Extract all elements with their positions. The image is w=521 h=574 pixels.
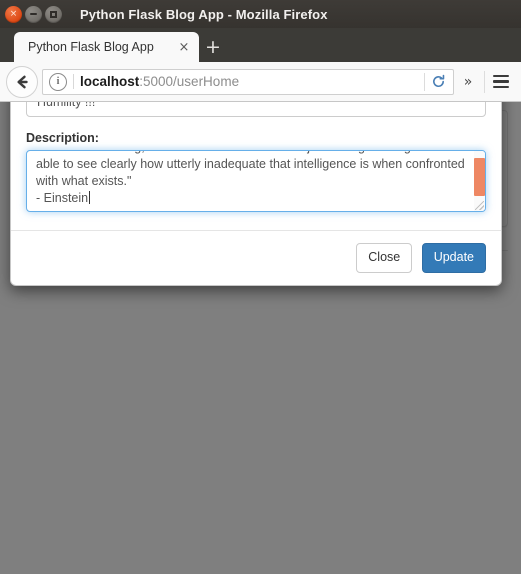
minimize-icon xyxy=(30,13,37,15)
tab-close-icon[interactable]: × xyxy=(175,38,193,56)
modal-footer: Close Update xyxy=(11,230,501,285)
description-text: "As a human being, one has been endowed … xyxy=(36,151,476,207)
url-bar[interactable]: i localhost:5000/userHome xyxy=(42,68,454,95)
menu-button[interactable] xyxy=(487,68,515,96)
new-tab-button[interactable]: + xyxy=(199,32,227,62)
update-blog-modal: Update Blog × Title: Description: "As a … xyxy=(10,102,502,286)
reload-icon xyxy=(432,74,444,87)
tab-python-flask-blog-app[interactable]: Python Flask Blog App × xyxy=(14,32,199,62)
window-titlebar: × Python Flask Blog App - Mozilla Firefo… xyxy=(0,0,521,28)
text-caret xyxy=(89,191,91,205)
page-viewport: ©etaman.com 2017 Update Blog × Title: De… xyxy=(0,102,521,574)
back-button[interactable] xyxy=(6,65,38,98)
url-path: :5000/userHome xyxy=(139,74,240,89)
toolbar-divider xyxy=(484,70,485,93)
window-maximize-button[interactable] xyxy=(45,5,62,23)
window-controls: × xyxy=(0,5,62,23)
tab-strip: Python Flask Blog App × + xyxy=(0,28,521,62)
url-divider xyxy=(73,74,74,89)
url-host: localhost xyxy=(80,74,140,89)
reload-button[interactable] xyxy=(425,70,451,94)
modal-body: Title: Description: "As a human being, o… xyxy=(11,102,501,230)
hamburger-line xyxy=(493,74,509,78)
back-arrow-icon xyxy=(17,75,28,88)
description-text-clip: "As a human being, one has been endowed … xyxy=(27,151,485,211)
close-button[interactable]: Close xyxy=(356,243,413,273)
toolbar-overflow-button[interactable]: » xyxy=(454,74,482,90)
window-close-button[interactable]: × xyxy=(5,5,22,23)
update-button[interactable]: Update xyxy=(421,243,486,273)
blog-title-input[interactable] xyxy=(26,102,486,118)
description-value: "As a human being, one has been endowed … xyxy=(36,151,469,206)
textarea-scrollbar-thumb[interactable] xyxy=(474,158,485,197)
site-info-icon[interactable]: i xyxy=(49,72,67,91)
window-minimize-button[interactable] xyxy=(25,5,42,23)
maximize-icon xyxy=(50,10,57,18)
textarea-resize-handle[interactable] xyxy=(475,201,484,211)
window-title: Python Flask Blog App - Mozilla Firefox xyxy=(80,6,328,22)
blog-description-textarea[interactable]: "As a human being, one has been endowed … xyxy=(26,150,486,213)
description-textarea-wrapper: "As a human being, one has been endowed … xyxy=(26,150,486,213)
description-field-label: Description: xyxy=(26,131,99,146)
hamburger-line xyxy=(493,85,509,89)
hamburger-line xyxy=(493,80,509,83)
navigation-toolbar: i localhost:5000/userHome » xyxy=(0,62,521,102)
tab-label: Python Flask Blog App xyxy=(28,40,154,54)
url-text: localhost:5000/userHome xyxy=(80,74,424,89)
browser-window: × Python Flask Blog App - Mozilla Firefo… xyxy=(0,0,521,574)
